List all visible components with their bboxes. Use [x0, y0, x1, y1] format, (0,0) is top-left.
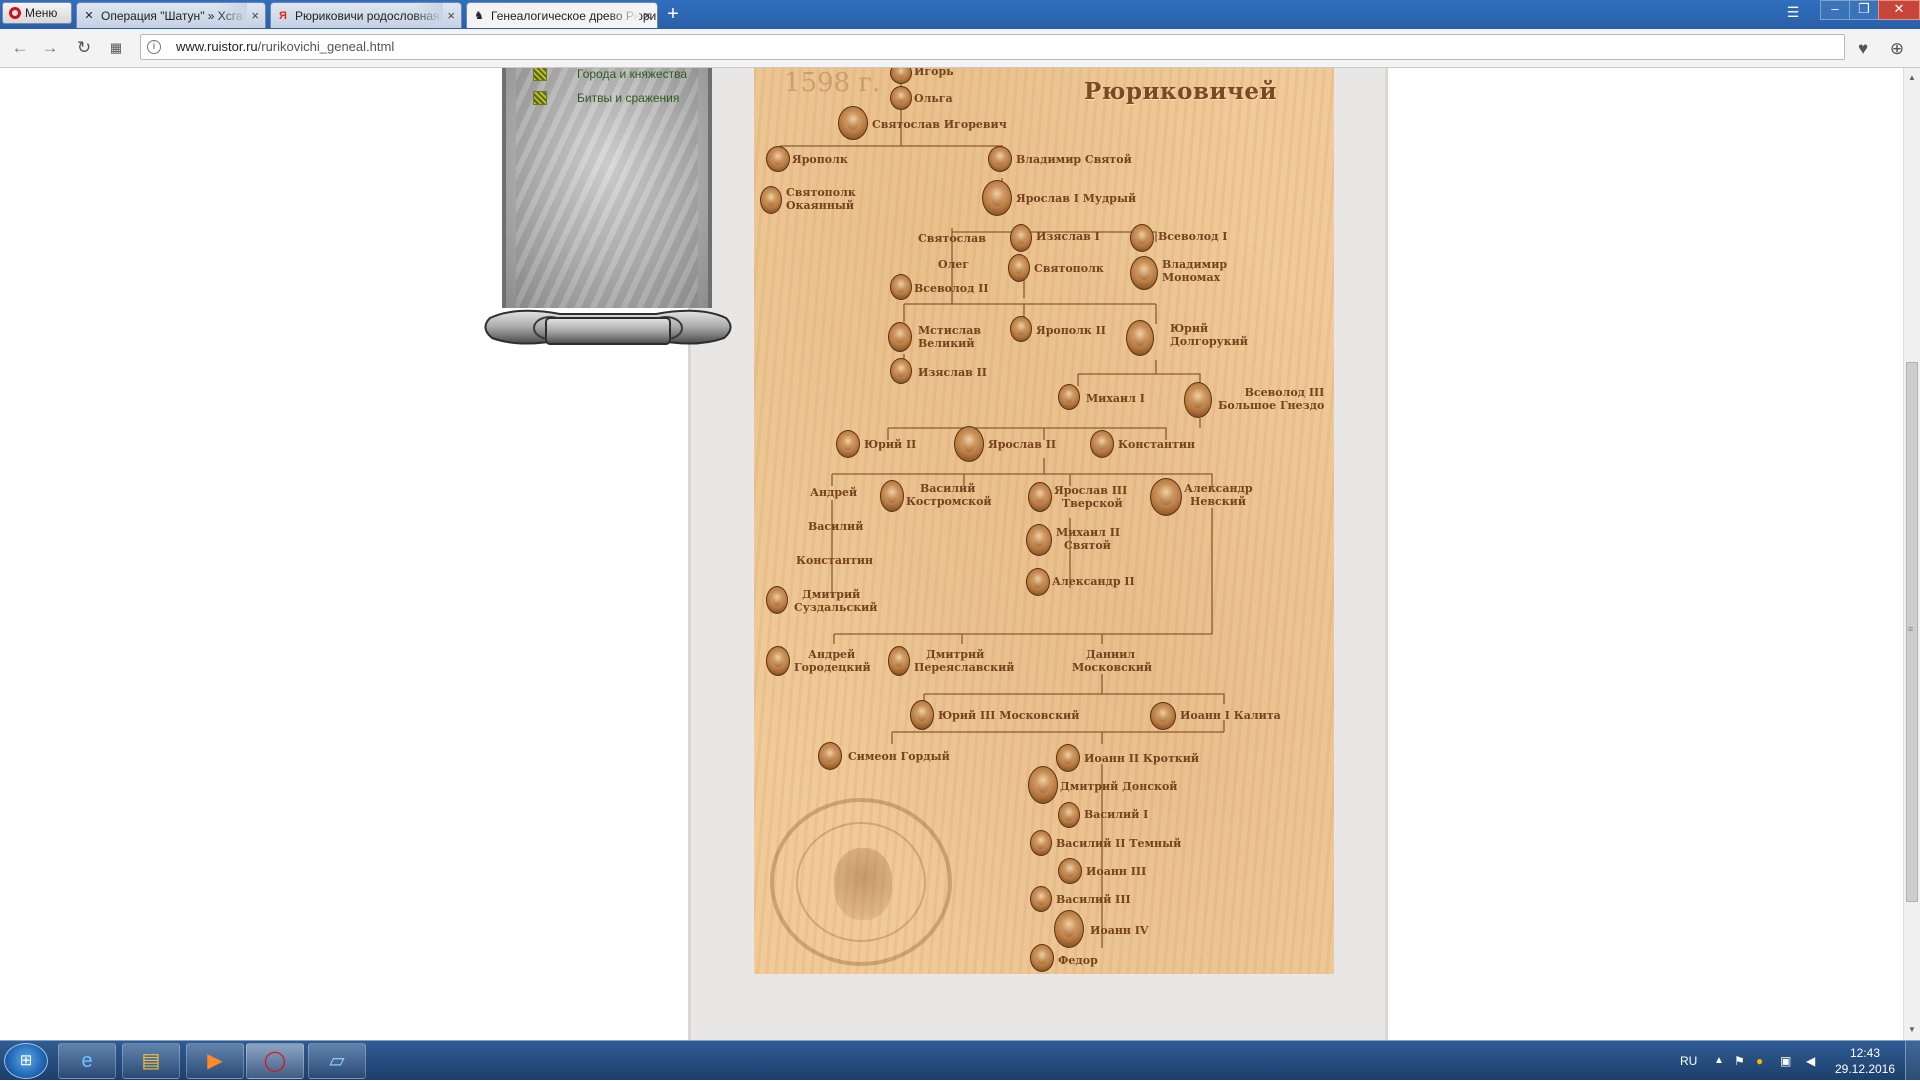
page-scrollbar[interactable]: ▲ ≡ ▼	[1903, 68, 1920, 1040]
portrait-icon	[1058, 802, 1080, 828]
close-tab-icon[interactable]: ×	[447, 3, 455, 28]
portrait-icon	[890, 358, 912, 384]
action-center-flag-icon[interactable]: ⚑	[1734, 1041, 1745, 1081]
portrait-icon	[1010, 316, 1032, 342]
portrait-icon	[888, 322, 912, 352]
portrait-icon	[982, 180, 1012, 216]
scroll-up-arrow-icon[interactable]: ▲	[1904, 70, 1920, 86]
clock-date: 29.12.2016	[1834, 1062, 1896, 1076]
portrait-icon	[1130, 224, 1154, 252]
clock-time: 12:43	[1849, 1046, 1881, 1060]
downloads-icon[interactable]: ⊕	[1886, 38, 1908, 60]
portrait-icon	[836, 430, 860, 458]
celtic-knot-icon	[533, 91, 547, 105]
tab-genealogy-tree[interactable]: ♞ Генеалогическое древо Рюриковичей ×	[466, 2, 658, 28]
sidebar-link-cities[interactable]: Города и княжества	[533, 68, 687, 84]
genealogy-tree-image: 1598 г. Рюриковичей Игорь Ольга Святосла…	[754, 68, 1334, 974]
minimize-button[interactable]: –	[1820, 0, 1850, 20]
portrait-icon	[888, 646, 910, 676]
portrait-icon	[1054, 910, 1084, 948]
opera-menu-button[interactable]: Меню	[2, 2, 72, 24]
portrait-icon	[890, 274, 912, 300]
celtic-knot-icon	[533, 68, 547, 81]
portrait-icon	[1008, 254, 1030, 282]
language-indicator[interactable]: RU	[1680, 1041, 1697, 1081]
portrait-icon	[1010, 224, 1032, 252]
portrait-icon	[760, 186, 782, 214]
scrollbar-grip-icon: ≡	[1908, 624, 1914, 634]
windows-logo-icon: ⊞	[19, 1052, 33, 1069]
portrait-icon	[1058, 384, 1080, 410]
page-viewport: Города и княжества Битвы и сражения 1598…	[0, 68, 1903, 1040]
start-button[interactable]: ⊞	[4, 1043, 48, 1079]
url-text[interactable]: www.ruistor.ru/rurikovichi_geneal.html	[176, 35, 394, 59]
tab-operation-shatun[interactable]: ✕ Операция "Шатун" » Хсга ×	[76, 2, 266, 28]
portrait-icon	[1184, 382, 1212, 418]
portrait-icon	[1030, 830, 1052, 856]
restore-button[interactable]: ❐	[1849, 0, 1879, 20]
update-notification-icon[interactable]: ●	[1756, 1041, 1763, 1081]
site-info-icon[interactable]: i	[147, 40, 161, 54]
portrait-icon	[1090, 430, 1114, 458]
forward-arrow-icon[interactable]: →	[40, 38, 60, 58]
notepad-taskbar-icon[interactable]: ▱	[308, 1043, 366, 1079]
reload-icon[interactable]: ↻	[74, 38, 94, 58]
spider-favicon-icon: ✕	[84, 10, 94, 22]
volume-icon[interactable]: ◀	[1806, 1041, 1815, 1081]
opera-taskbar-icon[interactable]: ◯	[246, 1043, 304, 1079]
portrait-icon	[766, 586, 788, 614]
portrait-icon	[880, 480, 904, 512]
portrait-icon	[1028, 482, 1052, 512]
portrait-icon	[1026, 524, 1052, 556]
portrait-icon	[1130, 256, 1158, 290]
portrait-icon	[954, 426, 984, 462]
browser-tab-bar: Меню ✕ Операция "Шатун" » Хсга × Я Рюрик…	[0, 0, 1920, 29]
windows-taskbar: ⊞ e ▤ ▶ ◯ ▱ RU ▲ ⚑ ● ▣ ◀ 12:43 29.12.201…	[0, 1040, 1920, 1081]
media-player-taskbar-icon[interactable]: ▶	[186, 1043, 244, 1079]
close-window-button[interactable]: ✕	[1878, 0, 1920, 20]
portrait-icon	[1056, 744, 1080, 772]
scroll-down-arrow-icon[interactable]: ▼	[1904, 1022, 1920, 1038]
horseman-favicon-icon: ♞	[474, 10, 484, 22]
show-desktop-button[interactable]	[1905, 1041, 1920, 1081]
portrait-icon	[766, 146, 790, 172]
speed-dial-grid-icon[interactable]: ▦	[106, 38, 126, 58]
portrait-icon	[1026, 568, 1050, 596]
portrait-icon	[988, 146, 1012, 172]
internet-explorer-taskbar-icon[interactable]: e	[58, 1043, 116, 1079]
yandex-favicon-icon: Я	[279, 10, 287, 22]
sidebar-link-battles[interactable]: Битвы и сражения	[533, 88, 679, 108]
opera-logo-icon	[9, 7, 21, 19]
portrait-icon	[766, 646, 790, 676]
close-tab-icon[interactable]: ×	[251, 3, 259, 28]
portrait-icon	[1058, 858, 1082, 884]
close-tab-icon[interactable]: ×	[643, 3, 651, 28]
portrait-icon	[890, 86, 912, 110]
scroll-roll-bottom	[484, 309, 732, 345]
portrait-icon	[910, 700, 934, 730]
network-icon[interactable]: ▣	[1780, 1041, 1791, 1081]
portrait-icon	[838, 106, 868, 140]
system-clock[interactable]: 12:43 29.12.2016	[1830, 1045, 1900, 1077]
tab-rurikovichi-rodoslovnaya[interactable]: Я Рюриковичи родословная ×	[270, 2, 462, 28]
portrait-icon	[1150, 478, 1182, 516]
seal-stamp-image	[770, 798, 952, 966]
portrait-icon	[1126, 320, 1154, 356]
portrait-icon	[818, 742, 842, 770]
new-tab-button[interactable]: +	[663, 3, 683, 25]
portrait-icon	[1150, 702, 1176, 730]
tab-menu-icon[interactable]: ☰	[1782, 4, 1804, 22]
portrait-icon	[1028, 766, 1058, 804]
sidebar-scroll-menu: Города и княжества Битвы и сражения	[478, 68, 738, 358]
show-hidden-icons-arrow-icon[interactable]: ▲	[1714, 1041, 1724, 1081]
portrait-icon	[1030, 944, 1054, 972]
menu-label: Меню	[25, 6, 58, 20]
address-bar[interactable]: i www.ruistor.ru/rurikovichi_geneal.html	[140, 34, 1845, 60]
bookmark-heart-icon[interactable]: ♥	[1852, 38, 1874, 60]
file-explorer-taskbar-icon[interactable]: ▤	[122, 1043, 180, 1079]
portrait-icon	[1030, 886, 1052, 912]
back-arrow-icon[interactable]: ←	[10, 38, 30, 58]
browser-toolbar: ← → ↻ ▦ i www.ruistor.ru/rurikovichi_gen…	[0, 29, 1920, 68]
